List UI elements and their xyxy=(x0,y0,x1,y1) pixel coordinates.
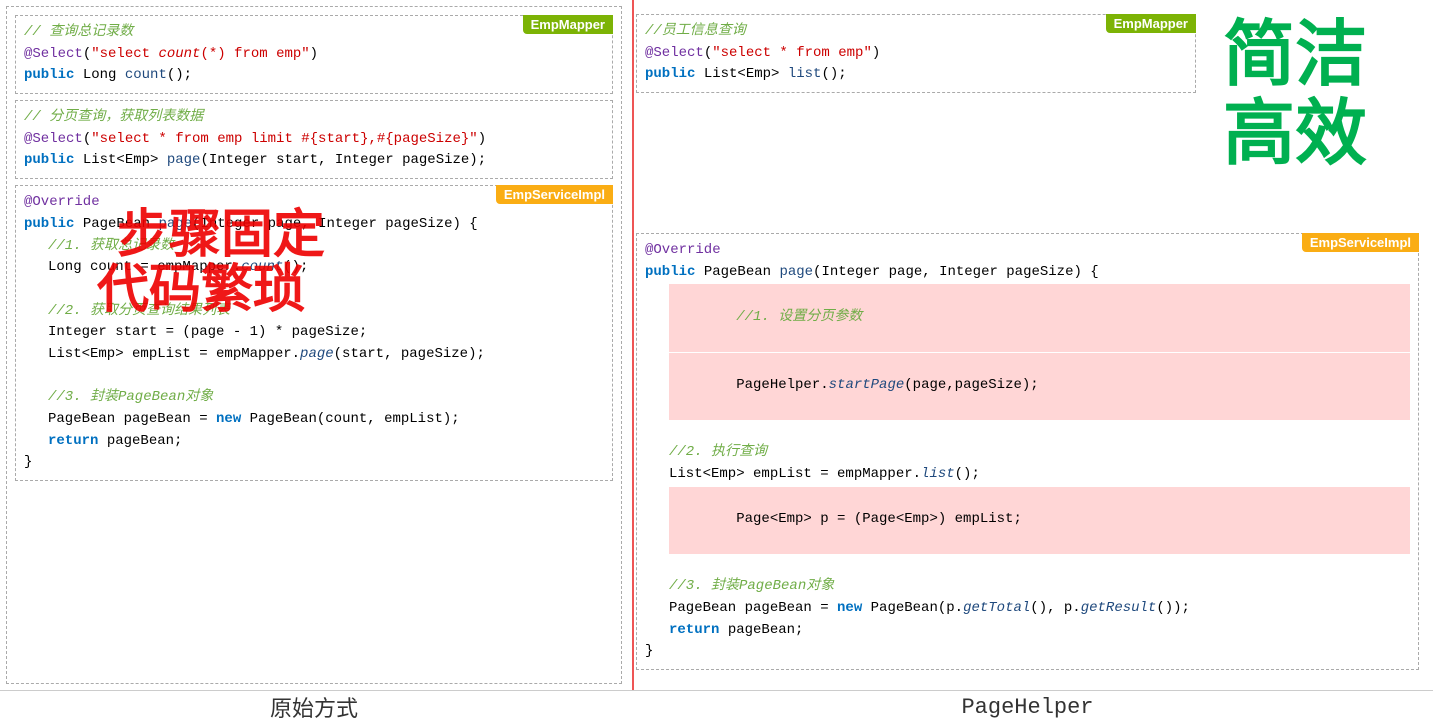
r-override: @Override xyxy=(645,240,1410,262)
overlay-gaoxiao: 高效 xyxy=(1223,95,1367,174)
r-highlight-1: //1. 设置分页参数 xyxy=(669,284,1410,351)
left-empserviceimpl-block: EmpServiceImpl @Override public PageBean… xyxy=(15,185,613,481)
code-line-3: public Long count(); xyxy=(24,65,604,87)
left-badge-empmapper: EmpMapper xyxy=(523,15,613,34)
code-line-11: return pageBean; xyxy=(48,431,604,453)
r-comment-2: //2. 执行查询 xyxy=(669,442,1410,464)
left-empmapper-block: EmpMapper // 查询总记录数 @Select("select coun… xyxy=(15,15,613,94)
left-badge-empserviceimpl: EmpServiceImpl xyxy=(496,185,613,204)
code-line-2: @Select("select count(*) from emp") xyxy=(24,44,604,66)
right-empserviceimpl-block: EmpServiceImpl @Override public PageBean… xyxy=(636,233,1419,670)
code-spacer-2 xyxy=(24,366,604,388)
r-comment-3: //3. 封装PageBean对象 xyxy=(669,576,1410,598)
right-panel: EmpMapper //员工信息查询 @Select("select * fro… xyxy=(628,6,1427,684)
code-line-10: PageBean pageBean = new PageBean(count, … xyxy=(48,409,604,431)
r-code-line-2: public List<Emp> list(); xyxy=(645,64,1187,86)
main-container: EmpMapper // 查询总记录数 @Select("select coun… xyxy=(0,0,1433,690)
r-code-3: List<Emp> empList = empMapper.list(); xyxy=(669,464,1410,486)
overlay-jiejie: 简洁 xyxy=(1223,16,1367,95)
footer-left-label: 原始方式 xyxy=(6,691,622,723)
footer-right-label: PageHelper xyxy=(622,695,1433,720)
r-code-4: PageBean pageBean = new PageBean(p.getTo… xyxy=(669,598,1410,620)
left-panel: EmpMapper // 查询总记录数 @Select("select coun… xyxy=(6,6,622,684)
r-highlight-3: Page<Emp> p = (Page<Emp>) empList; xyxy=(669,487,1410,554)
r-spacer-1 xyxy=(645,421,1410,443)
code-comment-3: //1. 获取总记录数 xyxy=(48,236,604,258)
comment-1: // 查询总记录数 xyxy=(24,22,604,44)
footer: 原始方式 PageHelper xyxy=(0,690,1433,723)
r-highlight-2: PageHelper.startPage(page,pageSize); xyxy=(669,353,1410,420)
right-empmapper-block: EmpMapper //员工信息查询 @Select("select * fro… xyxy=(636,14,1196,93)
r-code-6: } xyxy=(645,641,1410,663)
code-spacer-1 xyxy=(24,279,604,301)
code-comment-5: //3. 封装PageBean对象 xyxy=(48,387,604,409)
right-overlay-area: 简洁 高效 xyxy=(1223,16,1367,174)
right-badge-empserviceimpl: EmpServiceImpl xyxy=(1302,233,1419,252)
code-line-5: public List<Emp> page(Integer start, Int… xyxy=(24,150,604,172)
left-empmapper-block2: // 分页查询，获取列表数据 @Select("select * from em… xyxy=(15,100,613,179)
code-line-8: Integer start = (page - 1) * pageSize; xyxy=(48,322,604,344)
code-comment-4: //2. 获取分页查询结果列表 xyxy=(48,301,604,323)
code-line-9: List<Emp> empList = empMapper.page(start… xyxy=(48,344,604,366)
r-spacer-2 xyxy=(645,555,1410,577)
code-line-4: @Select("select * from emp limit #{start… xyxy=(24,129,604,151)
comment-2: // 分页查询，获取列表数据 xyxy=(24,107,604,129)
r-code-2: public PageBean page(Integer page, Integ… xyxy=(645,262,1410,284)
r-code-line-1: @Select("select * from emp") xyxy=(645,43,1187,65)
code-line-12: } xyxy=(24,452,604,474)
code-line-7: Long count = empMapper.count(); xyxy=(48,257,604,279)
r-code-5: return pageBean; xyxy=(669,620,1410,642)
code-line-6: public PageBean page(Integer page, Integ… xyxy=(24,214,604,236)
right-badge-empmapper: EmpMapper xyxy=(1106,14,1196,33)
